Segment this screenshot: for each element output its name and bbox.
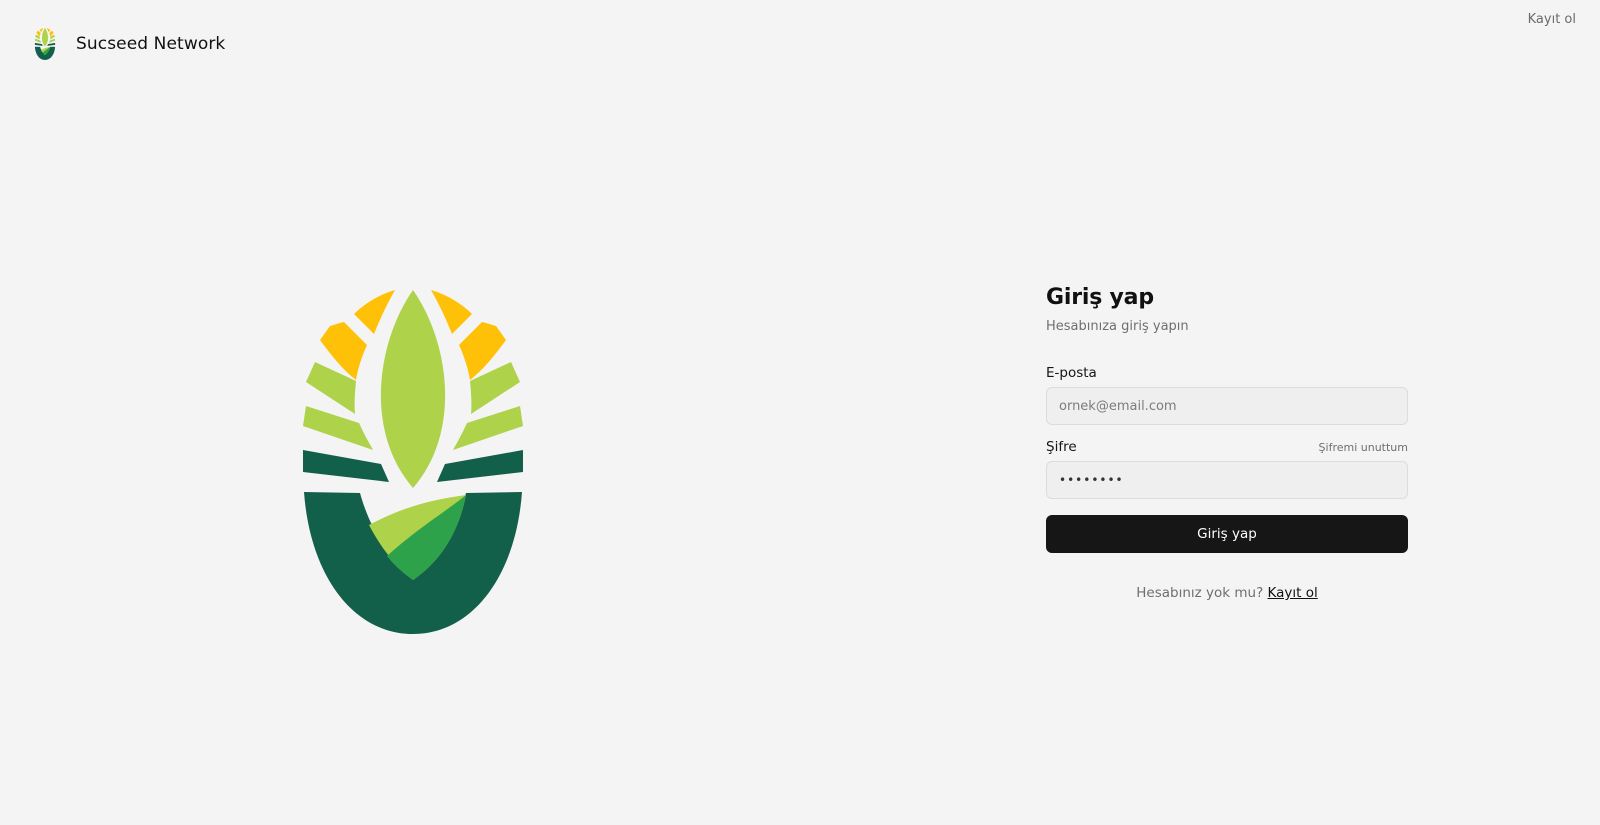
email-field[interactable] bbox=[1046, 387, 1408, 425]
password-label-row: Şifre Şifremi unuttum bbox=[1046, 439, 1408, 455]
sucseed-logo-icon bbox=[34, 28, 56, 60]
password-label: Şifre bbox=[1046, 439, 1077, 455]
hero-logo bbox=[302, 290, 524, 634]
page-subtitle: Hesabınıza giriş yapın bbox=[1046, 319, 1189, 334]
brand-name: Sucseed Network bbox=[76, 34, 226, 54]
no-account-text: Hesabınız yok mu? bbox=[1136, 585, 1264, 601]
email-label: E-posta bbox=[1046, 365, 1097, 381]
password-field[interactable] bbox=[1046, 461, 1408, 499]
page-title: Giriş yap bbox=[1046, 285, 1154, 310]
brand-home-link[interactable]: Sucseed Network bbox=[34, 28, 225, 60]
login-button[interactable]: Giriş yap bbox=[1046, 515, 1408, 553]
forgot-password-link[interactable]: Şifremi unuttum bbox=[1319, 441, 1408, 454]
header-signup-link[interactable]: Kayıt ol bbox=[1528, 12, 1576, 27]
no-account-prompt: Hesabınız yok mu? Kayıt ol bbox=[1046, 585, 1408, 601]
signup-link[interactable]: Kayıt ol bbox=[1268, 585, 1318, 601]
sucseed-logo-icon bbox=[302, 290, 524, 634]
login-form: Giriş yap Hesabınıza giriş yapın E-posta… bbox=[1046, 283, 1408, 601]
